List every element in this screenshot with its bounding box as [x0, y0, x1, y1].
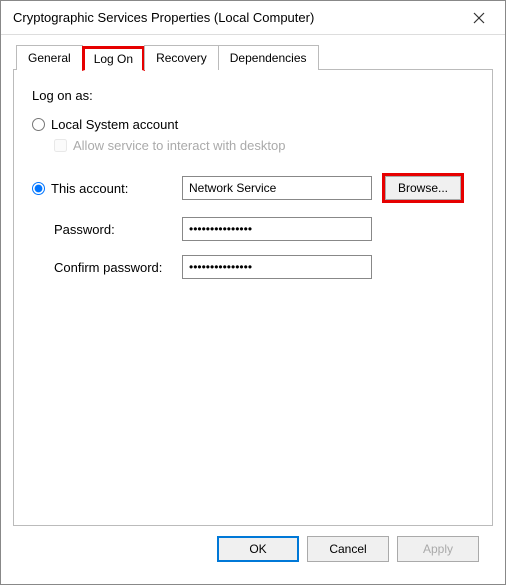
confirm-password-input[interactable]: [182, 255, 372, 279]
password-row: Password:: [32, 217, 474, 241]
radio-local-system-label: Local System account: [51, 117, 178, 132]
radio-local-system[interactable]: [32, 118, 45, 131]
radio-this-account-label: This account:: [51, 181, 128, 196]
confirm-password-row: Confirm password:: [32, 255, 474, 279]
logon-as-label: Log on as:: [32, 88, 474, 103]
checkbox-allow-interact-label: Allow service to interact with desktop: [73, 138, 285, 153]
tab-general[interactable]: General: [16, 45, 83, 70]
password-input[interactable]: [182, 217, 372, 241]
tab-panel-logon: Log on as: Local System account Allow se…: [13, 69, 493, 526]
confirm-password-label: Confirm password:: [32, 260, 182, 275]
radio-this-account[interactable]: [32, 182, 45, 195]
tab-strip: General Log On Recovery Dependencies: [16, 45, 493, 70]
radio-this-account-row: This account: Browse...: [32, 173, 474, 203]
content-area: General Log On Recovery Dependencies Log…: [1, 35, 505, 584]
account-input[interactable]: [182, 176, 372, 200]
tab-logon[interactable]: Log On: [82, 46, 145, 71]
close-icon[interactable]: [459, 4, 499, 32]
dialog-footer: OK Cancel Apply: [13, 526, 493, 576]
apply-button[interactable]: Apply: [397, 536, 479, 562]
checkbox-allow-interact: [54, 139, 67, 152]
browse-highlight: Browse...: [382, 173, 464, 203]
tab-recovery[interactable]: Recovery: [144, 45, 219, 70]
dialog-window: Cryptographic Services Properties (Local…: [0, 0, 506, 585]
window-title: Cryptographic Services Properties (Local…: [13, 10, 459, 25]
cancel-button[interactable]: Cancel: [307, 536, 389, 562]
browse-button[interactable]: Browse...: [385, 176, 461, 200]
titlebar: Cryptographic Services Properties (Local…: [1, 1, 505, 35]
checkbox-allow-interact-row: Allow service to interact with desktop: [54, 138, 474, 153]
tab-dependencies[interactable]: Dependencies: [218, 45, 319, 70]
password-label: Password:: [32, 222, 182, 237]
ok-button[interactable]: OK: [217, 536, 299, 562]
radio-local-system-row: Local System account: [32, 117, 474, 132]
